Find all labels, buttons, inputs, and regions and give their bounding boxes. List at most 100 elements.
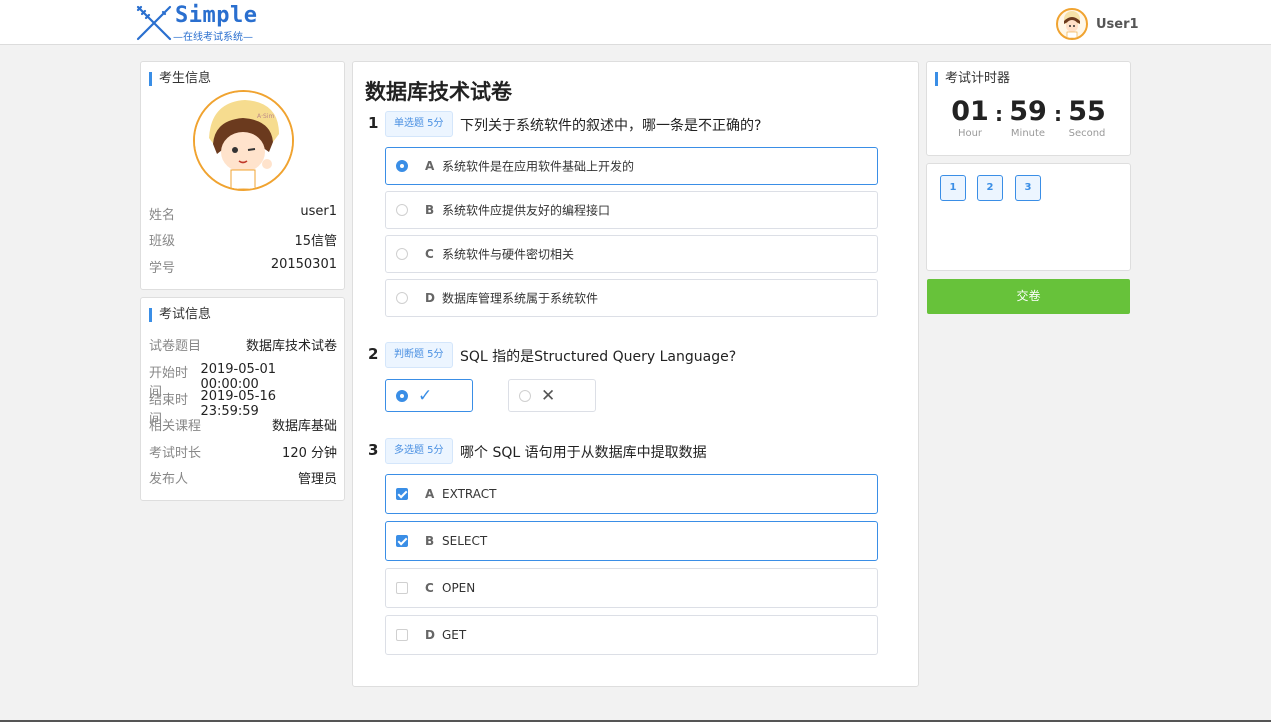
info-label: 试卷题目 <box>149 339 202 354</box>
radio-button[interactable] <box>396 204 408 216</box>
option-1d[interactable]: D 数据库管理系统属于系统软件 <box>385 279 878 317</box>
option-1a[interactable]: A 系统软件是在应用软件基础上开发的 <box>385 147 878 185</box>
exam-row-course: 相关课程 数据库基础 <box>149 415 337 434</box>
info-value: 数据库技术试卷 <box>245 339 337 354</box>
seconds-value: 55 <box>1068 96 1106 127</box>
user-avatar-icon[interactable] <box>1056 8 1088 40</box>
option-text: 系统软件是在应用软件基础上开发的 <box>442 159 635 174</box>
option-text: OPEN <box>442 581 476 595</box>
option-3c[interactable]: C OPEN <box>385 568 878 608</box>
true-option[interactable]: ✓ <box>385 379 473 412</box>
info-label: 相关课程 <box>149 419 202 434</box>
option-3b[interactable]: B SELECT <box>385 521 878 561</box>
radio-button[interactable] <box>396 160 408 172</box>
radio-button[interactable] <box>396 248 408 260</box>
student-info-card: 考生信息 A·Sim 姓名 user1 班级 15信管 学号 20150301 <box>140 61 345 290</box>
nav-question-3[interactable]: 3 <box>1015 175 1041 201</box>
student-row-class: 班级 15信管 <box>149 230 337 249</box>
option-letter: C <box>425 247 434 261</box>
exam-row-title: 试卷题目 数据库技术试卷 <box>149 335 337 354</box>
exam-info-title: 考试信息 <box>149 308 211 322</box>
submit-button[interactable]: 交卷 <box>927 279 1130 314</box>
info-label: 学号 <box>149 261 176 276</box>
user-name[interactable]: User1 <box>1096 17 1139 32</box>
checkbox[interactable] <box>396 535 408 547</box>
option-letter: D <box>425 628 435 642</box>
svg-text:A·Sim: A·Sim <box>257 113 274 120</box>
timer-minutes: 59 Minute <box>998 96 1058 140</box>
exam-row-publisher: 发布人 管理员 <box>149 468 337 487</box>
minutes-value: 59 <box>1009 96 1047 127</box>
timer-seconds: 55 Second <box>1057 96 1117 140</box>
radio-button[interactable] <box>519 390 531 402</box>
question-number: 3 <box>368 441 379 459</box>
option-text: 数据库管理系统属于系统软件 <box>442 291 599 306</box>
question-text: 下列关于系统软件的叙述中，哪一条是不正确的? <box>460 118 762 134</box>
radio-button[interactable] <box>396 292 408 304</box>
option-1b[interactable]: B 系统软件应提供友好的编程接口 <box>385 191 878 229</box>
timer-hours: 01 Hour <box>940 96 1000 140</box>
cross-mark-icon: ✕ <box>541 386 556 406</box>
option-letter: A <box>425 159 435 173</box>
seconds-label: Second <box>1068 128 1106 139</box>
checkbox[interactable] <box>396 488 408 500</box>
option-text: GET <box>442 628 467 642</box>
info-value: 15信管 <box>294 234 337 249</box>
option-letter: B <box>425 534 435 548</box>
question-nav-card: 1 2 3 <box>926 163 1131 271</box>
info-value: 管理员 <box>297 472 337 487</box>
option-text: 系统软件应提供友好的编程接口 <box>442 203 611 218</box>
false-option[interactable]: ✕ <box>508 379 596 412</box>
info-value: 120 分钟 <box>282 446 337 461</box>
question-number: 1 <box>368 114 379 132</box>
hours-value: 01 <box>951 96 989 127</box>
question-type-badge: 判断题 5分 <box>385 342 453 368</box>
logo-subtitle: —在线考试系统— <box>173 32 253 43</box>
option-3a[interactable]: A EXTRACT <box>385 474 878 514</box>
option-letter: A <box>425 487 435 501</box>
radio-button[interactable] <box>396 390 408 402</box>
option-letter: C <box>425 581 434 595</box>
student-row-name: 姓名 user1 <box>149 204 337 223</box>
info-value: 数据库基础 <box>271 419 337 434</box>
question-type-badge: 单选题 5分 <box>385 111 453 137</box>
option-1c[interactable]: C 系统软件与硬件密切相关 <box>385 235 878 273</box>
timer-title: 考试计时器 <box>935 72 1010 86</box>
ruler-pencil-icon <box>136 5 172 41</box>
question-type-badge: 多选题 5分 <box>385 438 453 464</box>
question-number: 2 <box>368 345 379 363</box>
question-text: 哪个 SQL 语句用于从数据库中提取数据 <box>460 445 707 461</box>
exam-paper: 数据库技术试卷 1 单选题 5分 下列关于系统软件的叙述中，哪一条是不正确的? … <box>352 61 919 687</box>
user-menu[interactable]: User1 <box>1056 8 1139 40</box>
option-text: SELECT <box>442 534 488 548</box>
student-row-id: 学号 20150301 <box>149 257 337 276</box>
option-text: EXTRACT <box>442 487 497 501</box>
option-letter: B <box>425 203 435 217</box>
info-label: 考试时长 <box>149 446 202 461</box>
nav-question-2[interactable]: 2 <box>977 175 1003 201</box>
exam-row-duration: 考试时长 120 分钟 <box>149 442 337 461</box>
student-info-title: 考生信息 <box>149 72 211 86</box>
info-value: user1 <box>300 204 337 219</box>
checkbox[interactable] <box>396 582 408 594</box>
nav-question-1[interactable]: 1 <box>940 175 966 201</box>
top-bar: Simple —在线考试系统— User1 <box>0 0 1271 45</box>
check-mark-icon: ✓ <box>418 386 433 406</box>
hours-label: Hour <box>957 128 983 139</box>
info-value: 20150301 <box>270 257 337 272</box>
question-text: SQL 指的是Structured Query Language? <box>460 349 737 365</box>
logo-text: Simple <box>175 3 258 28</box>
exam-info-card: 考试信息 试卷题目 数据库技术试卷 开始时间 2019-05-01 00:00:… <box>140 297 345 501</box>
option-text: 系统软件与硬件密切相关 <box>442 247 575 262</box>
timer-card: 考试计时器 01 Hour : 59 Minute : 55 Second <box>926 61 1131 156</box>
info-label: 姓名 <box>149 208 176 223</box>
logo[interactable]: Simple —在线考试系统— <box>135 3 275 43</box>
paper-title: 数据库技术试卷 <box>365 80 512 104</box>
checkbox[interactable] <box>396 629 408 641</box>
option-3d[interactable]: D GET <box>385 615 878 655</box>
minutes-label: Minute <box>1010 128 1046 139</box>
info-label: 班级 <box>149 234 176 249</box>
student-avatar-icon: A·Sim <box>193 90 294 191</box>
info-label: 发布人 <box>149 472 189 487</box>
option-letter: D <box>425 291 435 305</box>
